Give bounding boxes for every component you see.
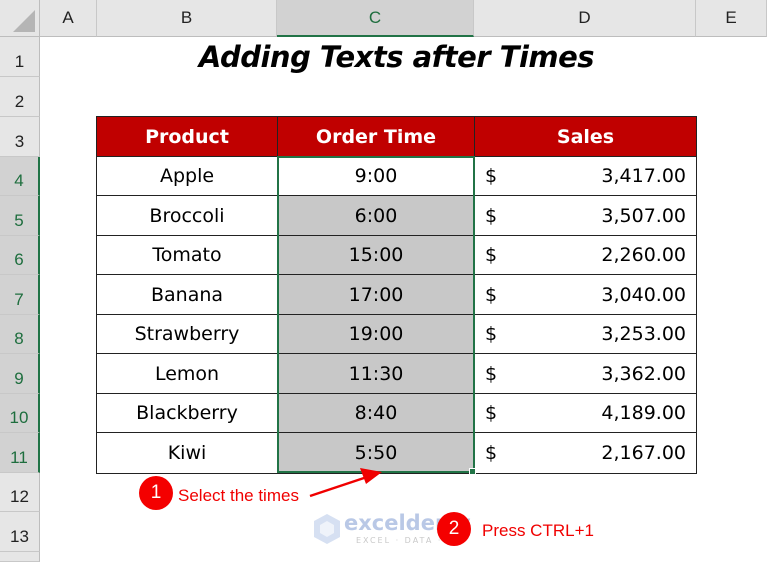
order-time-cell[interactable]: 11:30	[278, 354, 475, 394]
sales-cell[interactable]: $3,507.00	[475, 196, 697, 236]
column-header-c[interactable]: C	[277, 0, 474, 37]
column-header-d[interactable]: D	[474, 0, 696, 37]
product-cell[interactable]: Banana	[97, 275, 278, 315]
product-cell[interactable]: Blackberry	[97, 394, 278, 433]
sales-cell[interactable]: $4,189.00	[475, 394, 697, 433]
step-2-badge: 2	[437, 512, 471, 546]
row-header-9[interactable]: 9	[0, 354, 40, 394]
sales-value: 2,260.00	[601, 244, 686, 266]
select-all-triangle-icon	[13, 10, 35, 32]
sales-value: 3,417.00	[601, 165, 686, 187]
header-order-time[interactable]: Order Time	[278, 117, 475, 157]
sales-value: 4,189.00	[601, 402, 686, 424]
currency-symbol: $	[485, 204, 498, 227]
sales-value: 2,167.00	[601, 442, 686, 464]
product-cell[interactable]: Apple	[97, 157, 278, 196]
currency-symbol: $	[485, 442, 498, 464]
order-time-cell[interactable]: 8:40	[278, 394, 475, 433]
step-1-note: Select the times	[178, 486, 299, 505]
product-cell[interactable]: Kiwi	[97, 433, 278, 474]
data-table: Product Order Time Sales Apple 9:00 $3,417…	[96, 116, 697, 474]
sales-cell[interactable]: $3,362.00	[475, 354, 697, 394]
arrow-icon	[309, 468, 382, 498]
currency-symbol: $	[485, 165, 498, 187]
currency-symbol: $	[485, 323, 498, 345]
column-header-a[interactable]: A	[40, 0, 97, 37]
row-header-3[interactable]: 3	[0, 117, 40, 157]
row-header-12[interactable]: 12	[0, 473, 40, 512]
row-header-4[interactable]: 4	[0, 157, 40, 196]
row-header-8[interactable]: 8	[0, 315, 40, 354]
sales-value: 3,507.00	[601, 204, 686, 227]
step-1-badge: 1	[139, 476, 173, 510]
currency-symbol: $	[485, 362, 498, 385]
row-header-14[interactable]	[0, 552, 40, 562]
currency-symbol: $	[485, 402, 498, 424]
currency-symbol: $	[485, 283, 498, 306]
order-time-cell[interactable]: 17:00	[278, 275, 475, 315]
sales-value: 3,253.00	[601, 323, 686, 345]
row-header-10[interactable]: 10	[0, 394, 40, 433]
sales-cell[interactable]: $2,260.00	[475, 236, 697, 275]
sales-cell[interactable]: $3,253.00	[475, 315, 697, 354]
sales-cell[interactable]: $3,417.00	[475, 157, 697, 196]
product-cell[interactable]: Lemon	[97, 354, 278, 394]
row-header-2[interactable]: 2	[0, 77, 40, 117]
sales-cell[interactable]: $3,040.00	[475, 275, 697, 315]
column-header-e[interactable]: E	[696, 0, 767, 37]
header-sales[interactable]: Sales	[475, 117, 697, 157]
column-header-b[interactable]: B	[97, 0, 277, 37]
step-2-note: Press CTRL+1	[482, 521, 594, 540]
product-cell[interactable]: Broccoli	[97, 196, 278, 236]
row-header-5[interactable]: 5	[0, 196, 40, 236]
product-cell[interactable]: Strawberry	[97, 315, 278, 354]
sales-value: 3,362.00	[601, 362, 686, 385]
order-time-cell[interactable]: 9:00	[278, 157, 475, 196]
row-header-13[interactable]: 13	[0, 512, 40, 552]
exceldemy-logo-icon	[314, 514, 340, 544]
row-header-7[interactable]: 7	[0, 275, 40, 315]
select-all-corner[interactable]	[0, 0, 40, 37]
order-time-cell[interactable]: 15:00	[278, 236, 475, 275]
sheet-title: Adding Texts after Times	[198, 40, 595, 74]
order-time-cell[interactable]: 19:00	[278, 315, 475, 354]
row-header-1[interactable]: 1	[0, 37, 40, 77]
row-header-6[interactable]: 6	[0, 236, 40, 275]
currency-symbol: $	[485, 244, 498, 266]
product-cell[interactable]: Tomato	[97, 236, 278, 275]
order-time-cell[interactable]: 6:00	[278, 196, 475, 236]
header-product[interactable]: Product	[97, 117, 278, 157]
row-header-11[interactable]: 11	[0, 433, 40, 473]
sales-cell[interactable]: $2,167.00	[475, 433, 697, 474]
sales-value: 3,040.00	[601, 283, 686, 306]
fill-handle[interactable]	[469, 468, 476, 475]
